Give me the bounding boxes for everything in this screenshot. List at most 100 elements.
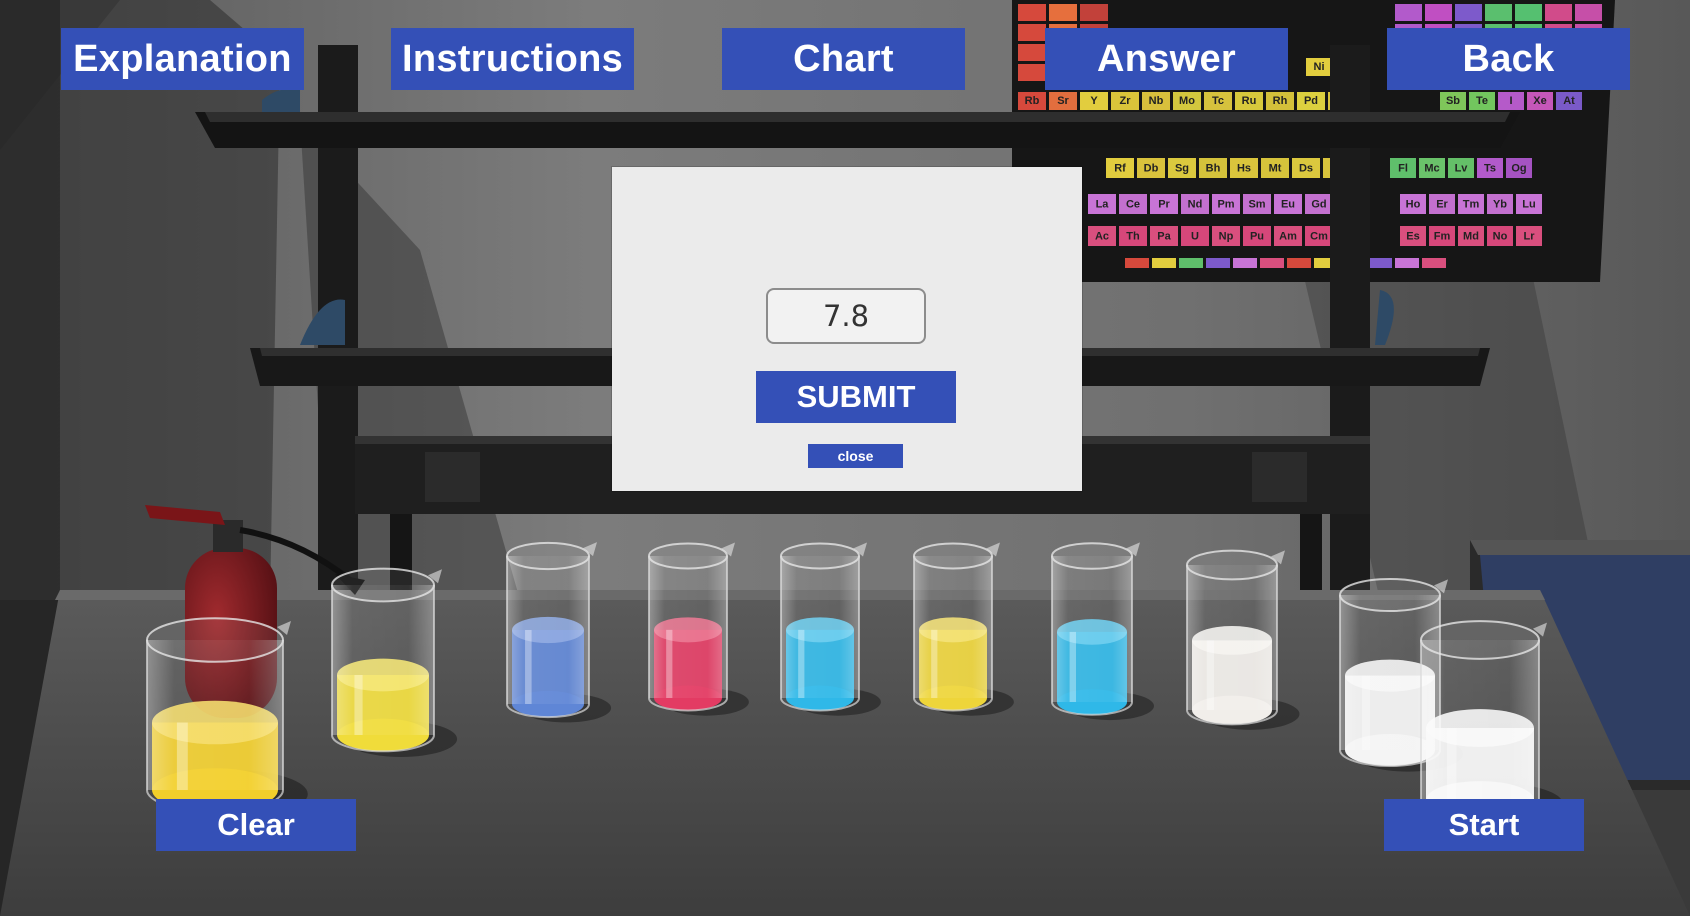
svg-text:Ds: Ds (1299, 163, 1313, 175)
svg-text:Ts: Ts (1484, 163, 1496, 175)
svg-text:Pr: Pr (1158, 199, 1170, 211)
pt-cell-i: I (1498, 92, 1524, 110)
pt-cell-lv: Lv (1448, 158, 1474, 178)
svg-text:Rf: Rf (1114, 163, 1126, 175)
pt-cell-og: Og (1506, 158, 1532, 178)
svg-text:Ru: Ru (1242, 95, 1257, 107)
answer-button[interactable]: Answer (1045, 28, 1288, 90)
pt-cell-gd: Gd (1305, 194, 1333, 214)
pt-cell-y: Y (1080, 92, 1108, 110)
svg-text:Sb: Sb (1446, 95, 1460, 107)
pt-cell-zr: Zr (1111, 92, 1139, 110)
svg-text:Zr: Zr (1120, 95, 1132, 107)
svg-text:Th: Th (1126, 231, 1140, 243)
pt-cell-rh: Rh (1266, 92, 1294, 110)
pt-cell-lu: Lu (1516, 194, 1542, 214)
svg-text:Md: Md (1463, 231, 1479, 243)
svg-text:Cm: Cm (1310, 231, 1328, 243)
pt-cell-la: La (1088, 194, 1116, 214)
svg-text:Db: Db (1144, 163, 1159, 175)
pt-cell-bh: Bh (1199, 158, 1227, 178)
svg-text:Tc: Tc (1212, 95, 1224, 107)
pt-cell-fl: Fl (1390, 158, 1416, 178)
pt-cell-rb: Rb (1018, 92, 1046, 110)
svg-text:Fl: Fl (1398, 163, 1408, 175)
close-button[interactable]: close (808, 444, 903, 468)
explanation-button[interactable]: Explanation (61, 28, 304, 90)
svg-text:No: No (1493, 231, 1508, 243)
svg-text:Ac: Ac (1095, 231, 1109, 243)
pt-cell-xe: Xe (1527, 92, 1553, 110)
pt-cell-mc: Mc (1419, 158, 1445, 178)
pt-cell-md: Md (1458, 226, 1484, 246)
answer-input[interactable] (766, 288, 926, 344)
svg-text:Nb: Nb (1149, 95, 1164, 107)
pt-cell-sr: Sr (1049, 92, 1077, 110)
pt-cell-ru: Ru (1235, 92, 1263, 110)
beaker-1 (146, 617, 308, 818)
pt-cell-cm: Cm (1305, 226, 1333, 246)
pt-cell-ac: Ac (1088, 226, 1116, 246)
pt-cell-fm: Fm (1429, 226, 1455, 246)
pt-cell-eu: Eu (1274, 194, 1302, 214)
svg-text:Lr: Lr (1524, 231, 1536, 243)
chart-button[interactable]: Chart (722, 28, 965, 90)
start-button[interactable]: Start (1384, 799, 1584, 851)
pt-cell-ds: Ds (1292, 158, 1320, 178)
instructions-button[interactable]: Instructions (391, 28, 634, 90)
pt-cell-nb: Nb (1142, 92, 1170, 110)
svg-text:Te: Te (1476, 95, 1488, 107)
svg-text:La: La (1096, 199, 1110, 211)
svg-text:Ni: Ni (1314, 61, 1325, 73)
pt-cell-er: Er (1429, 194, 1455, 214)
pt-cell-ce: Ce (1119, 194, 1147, 214)
pt-cell-db: Db (1137, 158, 1165, 178)
pt-cell-pd: Pd (1297, 92, 1325, 110)
svg-text:Bh: Bh (1206, 163, 1221, 175)
svg-text:Sm: Sm (1248, 199, 1265, 211)
pt-cell-es: Es (1400, 226, 1426, 246)
answer-dialog: SUBMIT close (612, 167, 1082, 491)
pt-cell-pa: Pa (1150, 226, 1178, 246)
svg-text:Y: Y (1090, 95, 1098, 107)
pt-cell-am: Am (1274, 226, 1302, 246)
pt-cell-mo: Mo (1173, 92, 1201, 110)
pt-cell-hs: Hs (1230, 158, 1258, 178)
clear-button[interactable]: Clear (156, 799, 356, 851)
svg-text:U: U (1191, 231, 1199, 243)
svg-text:Og: Og (1511, 163, 1526, 175)
svg-text:Rb: Rb (1025, 95, 1040, 107)
svg-text:Pu: Pu (1250, 231, 1264, 243)
pt-cell-sg: Sg (1168, 158, 1196, 178)
pt-cell-pm: Pm (1212, 194, 1240, 214)
pt-cell-rf: Rf (1106, 158, 1134, 178)
pt-cell-ho: Ho (1400, 194, 1426, 214)
pt-cell-ni: Ni (1306, 58, 1332, 76)
svg-text:Rh: Rh (1273, 95, 1288, 107)
svg-text:Mo: Mo (1179, 95, 1195, 107)
pt-cell-u: U (1181, 226, 1209, 246)
pt-cell-tm: Tm (1458, 194, 1484, 214)
svg-text:Gd: Gd (1311, 199, 1326, 211)
svg-text:Es: Es (1406, 231, 1419, 243)
pt-cell-ts: Ts (1477, 158, 1503, 178)
pt-cell-sm: Sm (1243, 194, 1271, 214)
pt-cell-pu: Pu (1243, 226, 1271, 246)
pt-cell-te: Te (1469, 92, 1495, 110)
svg-text:Ho: Ho (1406, 199, 1421, 211)
back-button[interactable]: Back (1387, 28, 1630, 90)
pt-cell-at: At (1556, 92, 1582, 110)
pt-cell-th: Th (1119, 226, 1147, 246)
pt-cell-np: Np (1212, 226, 1240, 246)
svg-text:Tm: Tm (1463, 199, 1480, 211)
pt-cell-nd: Nd (1181, 194, 1209, 214)
svg-text:At: At (1563, 95, 1575, 107)
svg-text:Pd: Pd (1304, 95, 1318, 107)
submit-button[interactable]: SUBMIT (756, 371, 956, 423)
pt-cell-sb: Sb (1440, 92, 1466, 110)
svg-text:Pa: Pa (1157, 231, 1171, 243)
svg-text:Mt: Mt (1269, 163, 1282, 175)
svg-text:Yb: Yb (1493, 199, 1507, 211)
pt-cell-pr: Pr (1150, 194, 1178, 214)
svg-text:Mc: Mc (1424, 163, 1439, 175)
